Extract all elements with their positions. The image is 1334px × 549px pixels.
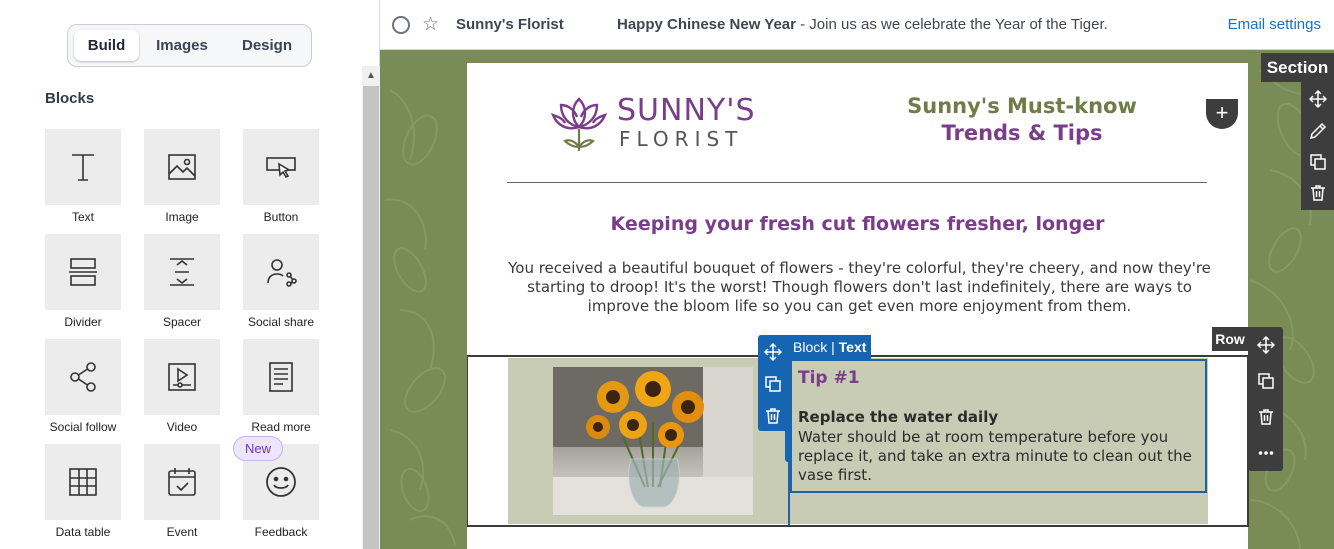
button-icon bbox=[266, 157, 296, 179]
block-tile-image[interactable]: Image bbox=[144, 129, 244, 229]
social-share-block-button[interactable] bbox=[243, 234, 319, 310]
tip-title[interactable]: Tip #1 bbox=[798, 368, 860, 388]
spacer-icon bbox=[170, 258, 194, 286]
block-label-text: Text bbox=[71, 210, 94, 224]
video-icon bbox=[168, 363, 196, 391]
section-toolbar bbox=[1301, 82, 1334, 210]
section-label: Section bbox=[1261, 53, 1334, 82]
divider-icon bbox=[69, 258, 97, 286]
text-block-button[interactable] bbox=[45, 129, 121, 205]
row-toolbar bbox=[1248, 327, 1283, 471]
newsletter-title-line1: Sunny's Must-know bbox=[907, 94, 1137, 118]
data-table-icon bbox=[69, 468, 97, 496]
social-follow-icon bbox=[70, 362, 96, 392]
sunflower-vase-image[interactable] bbox=[553, 367, 753, 515]
logo-wordmark-main: SUNNY'S bbox=[617, 93, 756, 128]
block-tile-button[interactable]: Button bbox=[243, 129, 343, 229]
event-icon bbox=[168, 468, 196, 496]
button-block-button[interactable] bbox=[243, 129, 319, 205]
block-tile-video[interactable]: Video bbox=[144, 339, 244, 439]
article-body[interactable]: You received a beautiful bouquet of flow… bbox=[507, 259, 1212, 316]
block-label-text: Block bbox=[793, 339, 828, 355]
section-edit-pencil-icon[interactable] bbox=[1303, 116, 1333, 146]
feedback-icon bbox=[266, 467, 296, 497]
read-more-block-button[interactable] bbox=[243, 339, 319, 415]
spacer-block-button[interactable] bbox=[144, 234, 220, 310]
row-more-options-icon[interactable] bbox=[1251, 438, 1281, 468]
social-share-icon bbox=[267, 259, 297, 287]
block-tile-data-table[interactable]: Data table bbox=[45, 444, 145, 544]
block-tile-read-more[interactable]: Read more bbox=[243, 339, 343, 439]
newsletter-title[interactable]: Sunny's Must-know Trends & Tips bbox=[867, 93, 1177, 147]
block-label-read-more: Read more bbox=[251, 420, 311, 434]
image-icon bbox=[168, 154, 196, 180]
block-label-image: Image bbox=[165, 210, 199, 224]
block-duplicate-icon[interactable] bbox=[758, 369, 788, 399]
subject-line: Happy Chinese New Year - Join us as we c… bbox=[617, 16, 1108, 33]
read-more-icon bbox=[269, 362, 293, 392]
tulip-logo-icon bbox=[550, 97, 608, 151]
sender-name: Sunny's Florist bbox=[456, 16, 564, 33]
scroll-up-arrow-icon[interactable]: ▲ bbox=[363, 67, 379, 85]
section-duplicate-icon[interactable] bbox=[1303, 147, 1333, 177]
block-delete-icon[interactable] bbox=[758, 401, 788, 431]
block-resize-handle[interactable] bbox=[785, 422, 792, 462]
row-move-icon[interactable] bbox=[1251, 330, 1281, 360]
divider-block-button[interactable] bbox=[45, 234, 121, 310]
block-label-feedback: Feedback bbox=[254, 525, 308, 539]
sunnys-florist-logo[interactable]: SUNNY'S FLORIST bbox=[549, 93, 759, 157]
sunflowers-illustration bbox=[553, 367, 753, 515]
image-block-button[interactable] bbox=[144, 129, 220, 205]
data-table-block-button[interactable] bbox=[45, 444, 121, 520]
video-block-button[interactable] bbox=[144, 339, 220, 415]
block-label-button: Button bbox=[263, 210, 299, 224]
star-icon[interactable]: ☆ bbox=[422, 13, 439, 36]
block-toolbar bbox=[758, 335, 788, 431]
block-tile-social-share[interactable]: Social share bbox=[243, 234, 343, 334]
section-delete-icon[interactable] bbox=[1303, 178, 1333, 208]
block-label-social-follow: Social follow bbox=[49, 420, 117, 434]
block-label-social-share: Social share bbox=[247, 315, 315, 329]
block-tile-spacer[interactable]: Spacer bbox=[144, 234, 244, 334]
article-title[interactable]: Keeping your fresh cut flowers fresher, … bbox=[467, 213, 1248, 235]
blocks-heading: Blocks bbox=[45, 90, 95, 107]
subject-preview: - Join us as we celebrate the Year of th… bbox=[795, 16, 1108, 33]
block-label-type: Text bbox=[838, 339, 867, 355]
social-follow-block-button[interactable] bbox=[45, 339, 121, 415]
block-label-event: Event bbox=[166, 525, 198, 539]
scrollbar-thumb[interactable] bbox=[363, 86, 379, 549]
block-label-divider: Divider bbox=[64, 315, 102, 329]
email-settings-link[interactable]: Email settings bbox=[1228, 16, 1321, 33]
header-divider bbox=[507, 182, 1207, 183]
tip-text[interactable]: Water should be at room temperature befo… bbox=[798, 428, 1198, 485]
block-tile-divider[interactable]: Divider bbox=[45, 234, 145, 334]
tab-build[interactable]: Build bbox=[74, 30, 139, 61]
block-label-video: Video bbox=[166, 420, 198, 434]
tip-heading[interactable]: Replace the water daily bbox=[798, 408, 998, 426]
email-preview-header: ☆ Sunny's Florist Happy Chinese New Year… bbox=[380, 0, 1334, 50]
block-type-label: Block | Text bbox=[788, 335, 872, 359]
text-icon bbox=[72, 154, 94, 181]
block-move-icon[interactable] bbox=[758, 337, 788, 367]
blocks-panel: Build Images Design Blocks Text Image Bu… bbox=[0, 0, 380, 549]
select-circle-icon[interactable] bbox=[392, 16, 410, 34]
row-label: Row bbox=[1212, 327, 1248, 351]
section-move-icon[interactable] bbox=[1303, 84, 1333, 114]
block-label-spacer: Spacer bbox=[162, 315, 202, 329]
row-duplicate-icon[interactable] bbox=[1251, 366, 1281, 396]
event-block-button[interactable] bbox=[144, 444, 220, 520]
block-tile-event[interactable]: Event bbox=[144, 444, 244, 544]
panel-tabs: Build Images Design bbox=[67, 24, 312, 67]
block-tile-social-follow[interactable]: Social follow bbox=[45, 339, 145, 439]
logo-wordmark-sub: FLORIST bbox=[619, 127, 744, 151]
row-delete-icon[interactable] bbox=[1251, 402, 1281, 432]
tab-design[interactable]: Design bbox=[228, 30, 306, 61]
tab-images[interactable]: Images bbox=[146, 30, 218, 61]
block-tile-text[interactable]: Text bbox=[45, 129, 145, 229]
new-badge: New bbox=[233, 436, 283, 461]
subject-bold: Happy Chinese New Year bbox=[617, 16, 796, 33]
block-label-data-table: Data table bbox=[55, 525, 111, 539]
newsletter-title-line2: Trends & Tips bbox=[941, 121, 1103, 145]
